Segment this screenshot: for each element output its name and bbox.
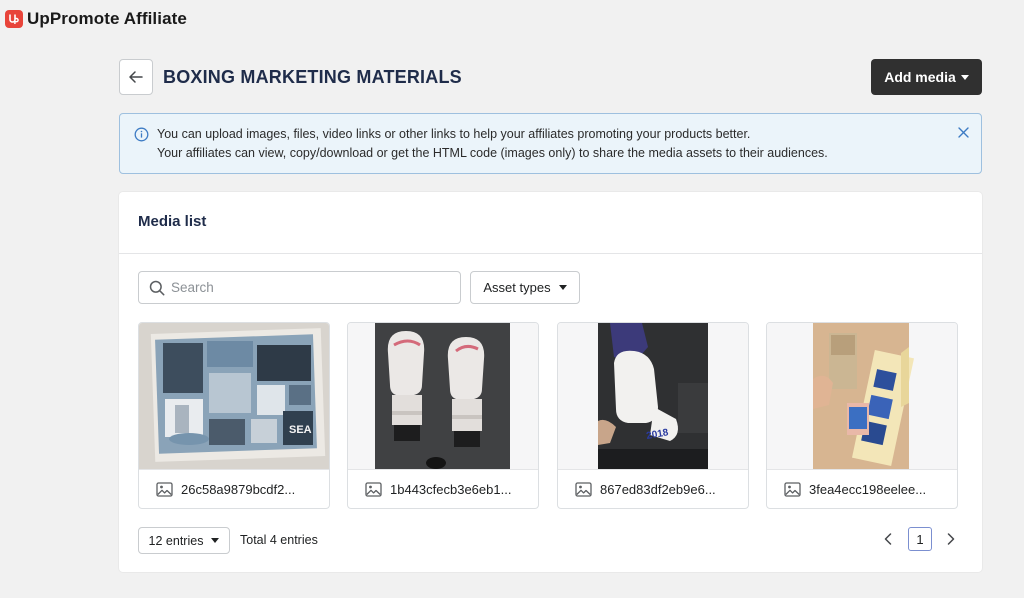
caret-down-icon	[960, 74, 969, 80]
chevron-left-icon	[884, 533, 892, 545]
caret-down-icon	[211, 538, 220, 543]
media-list-title: Media list	[138, 213, 207, 230]
banner-close-button[interactable]	[955, 124, 971, 140]
add-media-label: Add media	[884, 69, 956, 85]
total-entries: Total 4 entries	[240, 533, 318, 547]
page-title: BOXING MARKETING MATERIALS	[163, 66, 462, 87]
caret-down-icon	[558, 285, 567, 290]
media-thumbnail: SEA	[139, 323, 329, 469]
entries-per-page-dropdown[interactable]: 12 entries	[138, 527, 230, 554]
media-list-card: Media list Asset types	[119, 192, 982, 572]
divider	[119, 253, 982, 254]
media-thumbnail	[767, 323, 957, 469]
close-icon	[957, 126, 969, 138]
search-box[interactable]	[138, 271, 461, 304]
image-icon	[365, 482, 382, 497]
search-icon	[149, 280, 165, 295]
media-name: 1b443cfecb3e6eb1...	[390, 482, 512, 497]
media-label: 1b443cfecb3e6eb1...	[348, 469, 538, 508]
uppromote-logo-icon	[5, 10, 23, 28]
chevron-right-icon	[947, 533, 955, 545]
media-item[interactable]: SEA 26c58a9879bcdf2...	[138, 322, 330, 509]
add-media-button[interactable]: Add media	[871, 59, 982, 95]
next-page-button[interactable]	[942, 528, 960, 550]
back-button[interactable]	[119, 59, 153, 95]
media-thumbnail: 2018	[558, 323, 748, 469]
banner-line-2: Your affiliates can view, copy/download …	[157, 146, 828, 160]
media-name: 867ed83df2eb9e6...	[600, 482, 716, 497]
media-item[interactable]: 3fea4ecc198eelee...	[766, 322, 958, 509]
media-label: 3fea4ecc198eelee...	[767, 469, 957, 508]
asset-types-dropdown[interactable]: Asset types	[470, 271, 580, 304]
info-icon	[134, 127, 149, 142]
previous-page-button[interactable]	[879, 528, 897, 550]
current-page-button[interactable]: 1	[908, 527, 932, 551]
app-bar: UpPromote Affiliate	[5, 8, 187, 30]
banner-line-1: You can upload images, files, video link…	[157, 127, 751, 141]
image-icon	[784, 482, 801, 497]
image-icon	[575, 482, 592, 497]
svg-text:SEA: SEA	[289, 424, 312, 436]
media-name: 26c58a9879bcdf2...	[181, 482, 296, 497]
media-label: 867ed83df2eb9e6...	[558, 469, 748, 508]
info-banner: You can upload images, files, video link…	[119, 113, 982, 174]
media-thumbnail	[348, 323, 538, 469]
asset-types-label: Asset types	[483, 280, 551, 295]
media-item[interactable]: 2018 867ed83df2eb9e6...	[557, 322, 749, 509]
media-item[interactable]: 1b443cfecb3e6eb1...	[347, 322, 539, 509]
media-label: 26c58a9879bcdf2...	[139, 469, 329, 508]
app-title: UpPromote Affiliate	[27, 9, 187, 28]
image-icon	[156, 482, 173, 497]
page-header: BOXING MARKETING MATERIALS Add media	[119, 59, 982, 95]
entries-label: 12 entries	[148, 533, 204, 548]
media-name: 3fea4ecc198eelee...	[809, 482, 927, 497]
arrow-left-icon	[129, 71, 143, 83]
search-input[interactable]	[171, 280, 451, 295]
